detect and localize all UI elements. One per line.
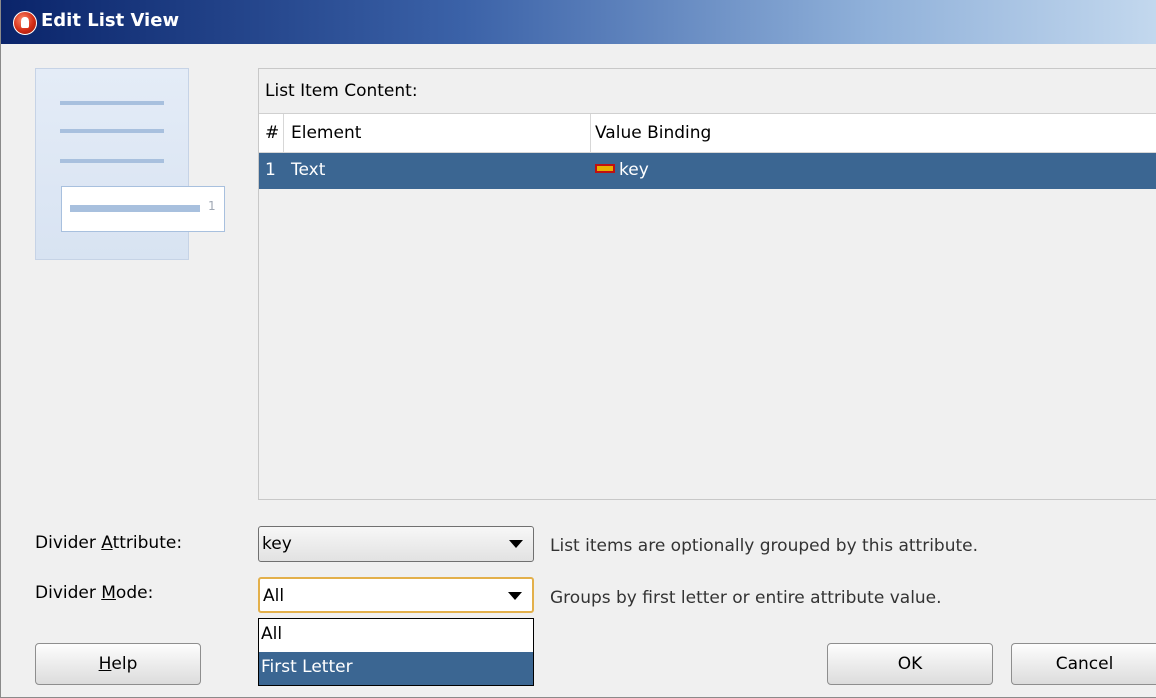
column-header-element[interactable]: Element (291, 123, 361, 143)
divider-mode-dropdown-list: All First Letter (258, 618, 534, 686)
edit-list-view-dialog: Edit List View 1 List Item Content: # El… (0, 0, 1156, 698)
dropdown-arrow-icon[interactable] (509, 540, 523, 548)
window-title: Edit List View (41, 10, 180, 31)
row-value-binding: key (595, 160, 649, 180)
row-index: 1 (265, 160, 276, 180)
divider-attribute-label: Divider Attribute: (35, 533, 183, 553)
dropdown-option-first-letter[interactable]: First Letter (259, 652, 533, 685)
row-element: Text (291, 160, 326, 180)
preview-item-box: 1 (61, 186, 225, 232)
row-value-binding-text: key (619, 160, 649, 180)
column-header-index[interactable]: # (265, 123, 279, 143)
app-logo-icon (13, 11, 37, 35)
table-row[interactable]: 1 Text key (259, 153, 1156, 189)
preview-line (60, 101, 164, 105)
divider-mode-select[interactable]: All (258, 577, 534, 613)
ok-button[interactable]: OK (827, 643, 993, 685)
list-item-content-panel: List Item Content: # Element Value Bindi… (258, 68, 1156, 500)
cancel-button[interactable]: Cancel (1011, 643, 1156, 685)
list-item-content-table: # Element Value Binding 1 Text key (259, 113, 1156, 499)
dropdown-option-all[interactable]: All (259, 619, 533, 652)
divider-mode-label: Divider Mode: (35, 583, 154, 603)
help-button[interactable]: Help (35, 643, 201, 685)
divider-attribute-hint: List items are optionally grouped by thi… (550, 536, 979, 556)
preview-item-number: 1 (208, 199, 216, 213)
table-header: # Element Value Binding (259, 114, 1156, 153)
list-item-content-label: List Item Content: (265, 81, 418, 101)
preview-line (60, 159, 164, 163)
column-header-value-binding[interactable]: Value Binding (595, 123, 711, 143)
divider-mode-hint: Groups by first letter or entire attribu… (550, 588, 942, 608)
title-bar[interactable]: Edit List View (1, 0, 1156, 44)
preview-item-bar (70, 205, 200, 212)
column-divider[interactable] (590, 114, 591, 152)
dropdown-arrow-icon[interactable] (508, 592, 522, 600)
preview-line (60, 129, 164, 133)
column-divider[interactable] (283, 114, 284, 152)
divider-mode-value: All (263, 586, 285, 606)
divider-attribute-select[interactable]: key (258, 526, 534, 562)
divider-attribute-value: key (262, 534, 292, 554)
attribute-icon (595, 163, 615, 173)
